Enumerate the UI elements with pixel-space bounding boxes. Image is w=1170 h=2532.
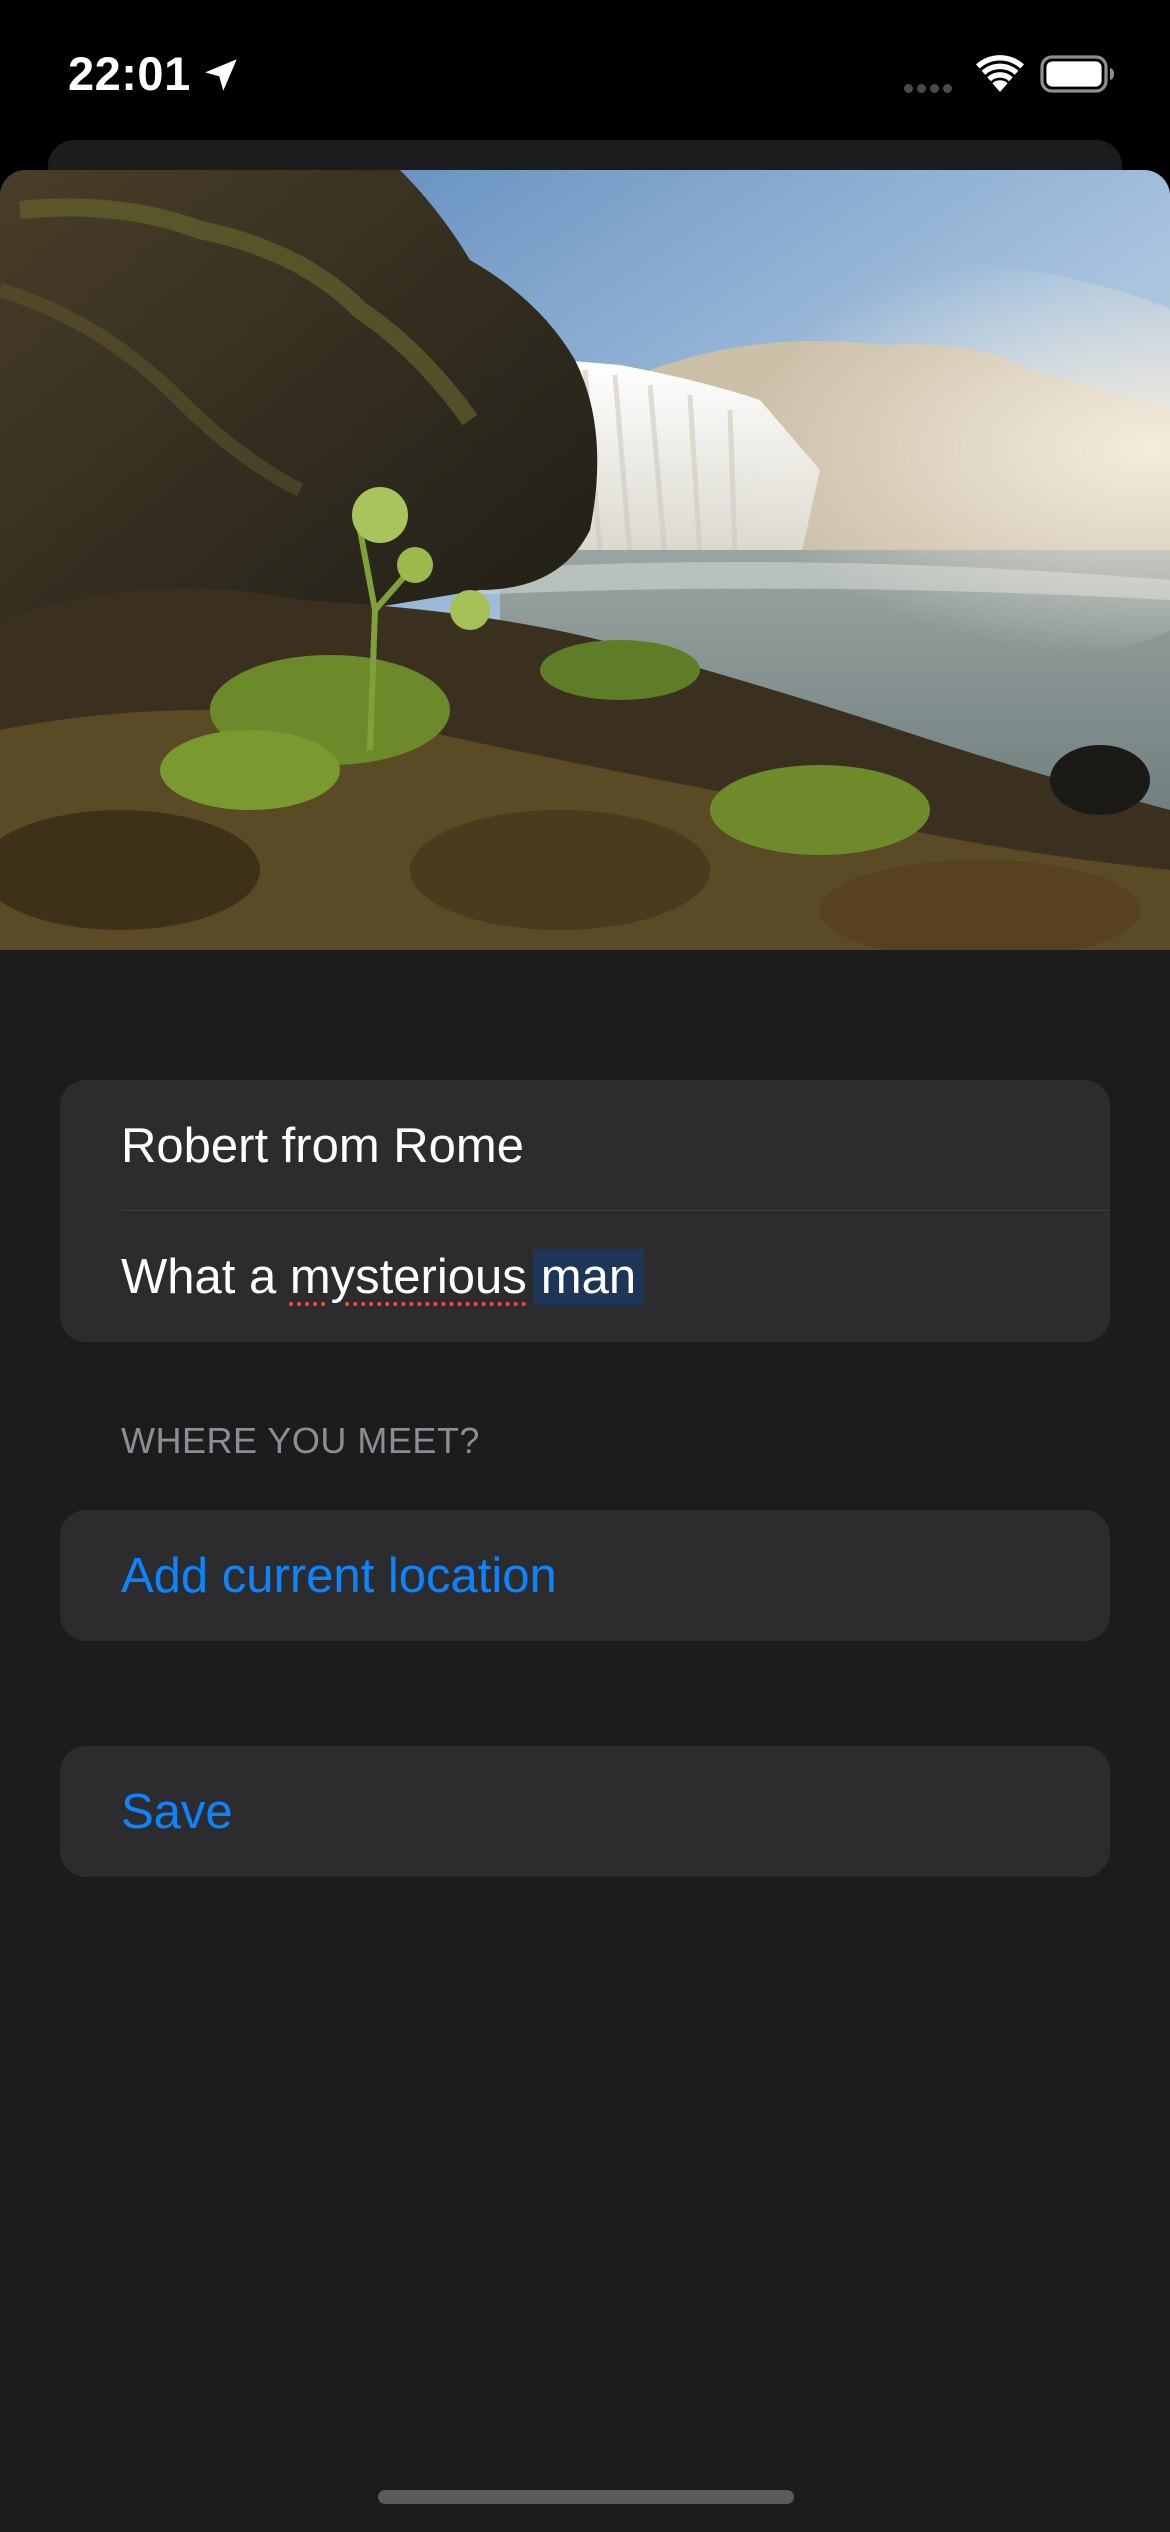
name-field-value: Robert from Rome <box>121 1118 525 1173</box>
status-time: 22:01 <box>68 47 191 100</box>
save-button[interactable]: Save <box>60 1746 1110 1877</box>
cellular-signal-icon <box>904 80 960 93</box>
name-field[interactable]: Robert from Rome <box>60 1080 1110 1211</box>
note-lead-text: What a <box>121 1249 290 1304</box>
location-group: Add current location <box>60 1510 1110 1641</box>
screen: 22:01 Robert from Rome What a mysterious… <box>0 0 1170 2532</box>
battery-icon <box>1040 55 1114 93</box>
home-indicator[interactable] <box>378 2490 794 2504</box>
note-selected-word: man <box>532 1248 645 1305</box>
add-person-sheet: Robert from Rome What a mysterious man WH… <box>0 170 1170 2532</box>
note-misspelled-word: mysterious <box>289 1249 527 1304</box>
add-current-location-button[interactable]: Add current location <box>60 1510 1110 1641</box>
location-arrow-icon <box>205 59 237 91</box>
location-section-header: WHERE YOU MEET? <box>121 1420 480 1461</box>
note-field[interactable]: What a mysterious man <box>60 1211 1110 1342</box>
status-bar: 22:01 <box>0 0 1170 140</box>
contact-details-group: Robert from Rome What a mysterious man <box>60 1080 1110 1342</box>
wifi-icon <box>976 55 1024 92</box>
save-group: Save <box>60 1746 1110 1877</box>
waterfall-photo <box>0 170 1170 950</box>
